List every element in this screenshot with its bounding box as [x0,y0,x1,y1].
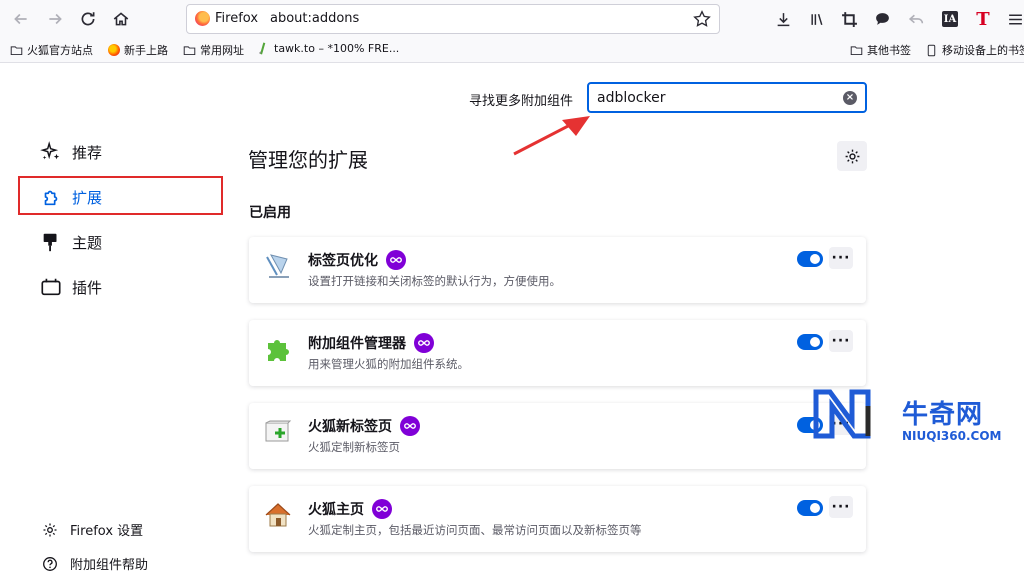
new-tab-icon [265,420,292,442]
extension-description: 设置打开链接和关闭标签的默认行为，方便使用。 [308,274,561,288]
home-button[interactable] [110,8,132,30]
extension-name: 火狐新标签页 [308,416,420,436]
privileged-badge-icon [414,333,434,353]
watermark-en-text: NIUQI360.COM [902,429,1002,443]
undo-button[interactable] [905,8,927,30]
category-plugins[interactable]: 插件 [40,276,102,298]
gear-icon [845,149,859,163]
folder-icon [10,45,23,55]
firefox-logo-icon [195,11,210,26]
bookmark-item[interactable]: 新手上路 [108,42,168,58]
find-more-addons-label: 寻找更多附加组件 [469,94,574,109]
crop-icon [841,11,857,27]
bookmark-item[interactable]: 移动设备上的书签 [925,42,1024,58]
tools-gear-button[interactable] [837,141,867,171]
bookmark-item[interactable]: tawk.to – *100% FRE... [257,42,399,55]
clear-icon[interactable]: × [843,91,857,105]
extension-name: 附加组件管理器 [308,333,434,353]
more-options-button[interactable]: ··· [829,330,853,352]
enabled-section-title: 已启用 [249,205,291,221]
category-themes[interactable]: 主题 [40,231,102,253]
extension-description: 用来管理火狐的附加组件系统。 [308,357,469,371]
url-text[interactable]: about:addons [270,11,359,26]
privileged-badge-icon [386,250,406,270]
identity-box[interactable]: Firefox [195,11,258,26]
extension-description: 火狐定制主页，包括最近访问页面、最常访问页面以及新标签页等 [308,523,642,537]
library-button[interactable] [806,8,828,30]
identity-label: Firefox [215,11,259,26]
tawk-icon [259,42,266,55]
tab-tweak-icon [266,254,289,278]
enable-toggle[interactable] [797,500,823,516]
extension-name: 标签页优化 [308,250,406,270]
extension-card[interactable]: 附加组件管理器 用来管理火狐的附加组件系统。 ··· [249,320,866,386]
mobile-icon [927,44,936,56]
download-icon [777,12,789,26]
ia-icon: IA [942,11,958,27]
watermark-logo-icon [813,389,871,439]
forward-button[interactable] [44,8,66,30]
bookmarks-toolbar: 火狐官方站点 新手上路 常用网址 tawk.to – *100% FRE... … [0,38,1024,63]
category-recommended[interactable]: 推荐 [40,141,102,163]
folder-icon [183,45,196,55]
red-arrow-annotation [513,116,590,156]
privileged-badge-icon [400,416,420,436]
bookmark-item[interactable]: 其他书签 [850,42,911,58]
undo-icon [908,14,923,23]
search-input[interactable] [597,88,837,108]
extension-name: 火狐主页 [308,499,392,519]
page-title: 管理您的扩展 [248,148,368,172]
plugin-icon [41,278,61,296]
navigation-toolbar: Firefox about:addons IA T [0,0,1024,38]
hamburger-icon [1008,14,1022,24]
enable-toggle[interactable] [797,334,823,350]
folder-icon [850,45,863,55]
firefox-settings-link[interactable]: Firefox 设置 [42,520,143,539]
privileged-badge-icon [372,499,392,519]
bookmark-item[interactable]: 常用网址 [183,42,244,58]
library-icon [810,13,822,25]
extension-card[interactable]: 标签页优化 设置打开链接和关闭标签的默认行为，方便使用。 ··· [249,237,866,303]
menu-button[interactable] [1004,8,1024,30]
arrow-left-icon [14,13,27,25]
chat-button[interactable] [871,8,893,30]
sparkle-icon [40,141,60,160]
star-icon[interactable] [693,10,711,28]
help-icon [43,556,57,571]
extension-card[interactable]: 火狐新标签页 火狐定制新标签页 ··· [249,403,866,469]
screenshot-button[interactable] [838,8,860,30]
more-options-button[interactable]: ··· [829,496,853,518]
addons-help-link[interactable]: 附加组件帮助 [42,554,148,573]
search-box[interactable]: × [587,82,867,113]
back-button[interactable] [10,8,32,30]
watermark-cn-text: 牛奇网 [902,400,984,430]
bookmark-item[interactable]: 火狐官方站点 [10,42,93,58]
t-extension-button[interactable]: T [972,8,994,30]
category-extensions[interactable]: 扩展 [40,186,102,208]
enable-toggle[interactable] [797,251,823,267]
extension-description: 火狐定制新标签页 [308,440,400,454]
t-icon: T [976,8,990,30]
watermark: 牛奇网 NIUQI360.COM [810,386,1024,456]
brush-icon [43,233,57,252]
url-bar[interactable]: Firefox about:addons [186,4,720,34]
extension-card[interactable]: 火狐主页 火狐定制主页，包括最近访问页面、最常访问页面以及新标签页等 ··· [249,486,866,552]
downloads-button[interactable] [772,8,794,30]
house-icon [265,503,291,527]
reload-button[interactable] [77,8,99,30]
gear-icon [43,523,57,536]
chat-bubble-icon [875,12,889,25]
ia-extension-button[interactable]: IA [939,8,961,30]
reload-icon [81,12,95,26]
puzzle-icon [44,190,58,206]
more-options-button[interactable]: ··· [829,247,853,269]
arrow-right-icon [49,13,62,25]
green-puzzle-icon [268,340,289,361]
firefox-globe-icon [108,44,120,56]
home-icon [113,12,129,26]
